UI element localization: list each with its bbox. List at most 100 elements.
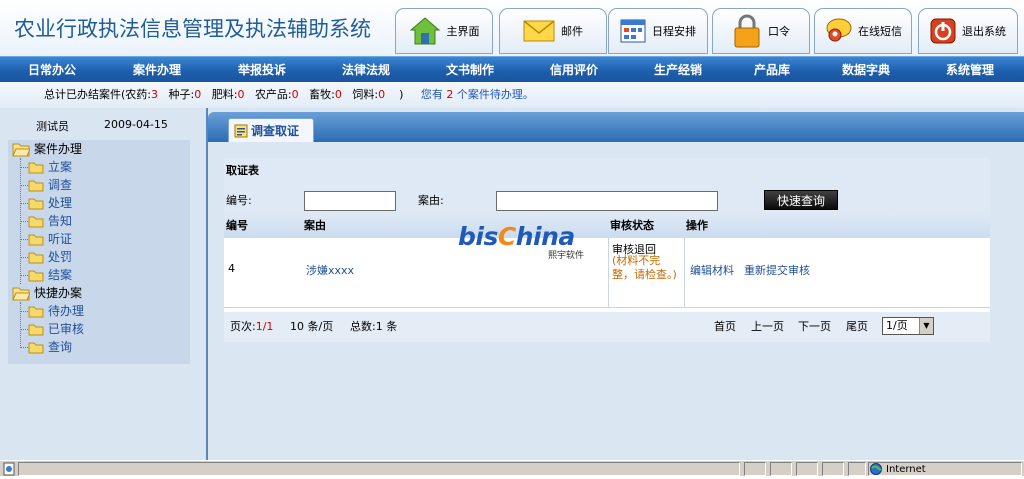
quick-search-button[interactable]: 快速查询 [764, 190, 838, 210]
tree-group-label: 案件办理 [34, 142, 83, 156]
next-page-link[interactable]: 下一页 [798, 312, 831, 342]
last-page-link[interactable]: 尾页 [846, 312, 868, 342]
stat-livestock-label: 畜牧: [309, 88, 335, 101]
nav-case-handling[interactable]: 案件办理 [105, 57, 209, 83]
nav-complaints[interactable]: 举报投诉 [210, 57, 314, 83]
mail-button-label: 邮件 [561, 25, 583, 38]
pending-notice[interactable]: 您有 2 个案件待办理。 [421, 88, 534, 101]
nav-dictionary[interactable]: 数据字典 [814, 57, 918, 83]
tree-item-investigate[interactable]: 调查 [28, 176, 72, 194]
nav-laws[interactable]: 法律法规 [314, 57, 418, 83]
app-title: 农业行政执法信息管理及执法辅助系统 [14, 17, 371, 41]
per-page: 10 条/页 [290, 320, 334, 333]
tree-item-label: 查询 [48, 340, 73, 354]
tree-group-quick[interactable]: 快捷办案 [12, 284, 82, 302]
tree-item-process[interactable]: 处理 [28, 194, 72, 212]
tree-item-label: 立案 [48, 160, 73, 174]
row-cause-link[interactable]: 涉嫌xxxx [306, 262, 354, 278]
mail-button[interactable]: 邮件 [499, 8, 607, 54]
document-icon [234, 124, 248, 138]
search-row: 编号: 案由: 快速查询 [224, 188, 990, 214]
page-select[interactable]: 1/页 ▼ [882, 317, 934, 335]
folder-icon [28, 341, 44, 354]
open-folder-icon [12, 141, 30, 157]
tree-item-register[interactable]: 立案 [28, 158, 72, 176]
watermark-part-a: bis [458, 222, 498, 251]
resubmit-review-link[interactable]: 重新提交审核 [744, 262, 810, 278]
tree-item-reviewed[interactable]: 已审核 [28, 320, 84, 338]
tab-label: 调查取证 [251, 124, 300, 138]
main-nav: 日常办公 案件办理 举报投诉 法律法规 文书制作 信用评价 生产经销 产品库 数… [0, 56, 1024, 82]
tree-item-penalty[interactable]: 处罚 [28, 248, 72, 266]
schedule-button[interactable]: 日程安排 [608, 8, 708, 54]
tree-item-pending[interactable]: 待办理 [28, 302, 84, 320]
evidence-panel: 取证表 编号: 案由: 快速查询 编号 案由 审核状态 操作 4 涉嫌xxxx … [224, 158, 990, 342]
pending-post: 个案件待办理。 [456, 88, 534, 101]
pending-count: 2 [446, 88, 454, 101]
stat-livestock: 0 [334, 88, 342, 101]
page-icon [2, 462, 16, 479]
main-content: 调查取证 取证表 编号: 案由: 快速查询 编号 案由 审核状态 操作 4 涉嫌… [206, 108, 1024, 460]
watermark-logo: bisChina 熙宇软件 [458, 222, 584, 261]
stat-fert-label: 肥料: [211, 88, 238, 101]
tree-group-case-handling[interactable]: 案件办理 [12, 140, 82, 158]
tree-item-label: 告知 [48, 214, 73, 228]
stat-agri: 0 [291, 88, 299, 101]
password-button[interactable]: 口令 [712, 8, 810, 54]
stat-seed: 0 [194, 88, 202, 101]
nav-products[interactable]: 产品库 [720, 57, 824, 83]
tree-item-close-case[interactable]: 结案 [28, 266, 72, 284]
page-info: 页次:1/1 [230, 312, 273, 342]
tree-item-label: 调查 [48, 178, 73, 192]
edit-materials-link[interactable]: 编辑材料 [690, 262, 734, 278]
left-sidebar: 测试员 2009-04-15 案件办理 立案 调查 处理 告知 听证 处罚 结案… [0, 108, 206, 460]
cause-label: 案由: [418, 194, 444, 207]
sms-button-label: 在线短信 [858, 25, 902, 38]
home-button[interactable]: 主界面 [395, 8, 493, 54]
pending-pre: 您有 [420, 88, 443, 101]
tree-item-notify[interactable]: 告知 [28, 212, 72, 230]
stat-feed-label: 饲料: [352, 88, 379, 101]
user-name: 测试员 [36, 120, 69, 133]
col-id: 编号 [226, 219, 248, 232]
tree-item-query[interactable]: 查询 [28, 338, 72, 356]
logout-button[interactable]: 退出系统 [918, 8, 1018, 54]
password-button-label: 口令 [768, 25, 790, 38]
nav-documents[interactable]: 文书制作 [418, 57, 522, 83]
id-input[interactable] [304, 191, 396, 211]
padlock-icon [732, 13, 762, 49]
tree-item-label: 结案 [48, 268, 73, 282]
prev-page-link[interactable]: 上一页 [751, 312, 784, 342]
house-icon [409, 16, 441, 46]
globe-icon [870, 463, 882, 475]
first-page-link[interactable]: 首页 [714, 312, 736, 342]
folder-icon [28, 179, 44, 192]
open-folder-icon [12, 285, 30, 301]
nav-system[interactable]: 系统管理 [918, 57, 1022, 83]
page-total: /1 [262, 320, 274, 333]
id-label: 编号: [226, 194, 252, 207]
nav-daily-office[interactable]: 日常办公 [0, 57, 104, 83]
case-stats-bar: 总计已办结案件(农药:3 种子:0 肥料:0 农产品:0 畜牧:0 饲料:0 )… [0, 82, 1024, 108]
user-date: 2009-04-15 [104, 118, 168, 131]
stat-feed: 0 [378, 88, 386, 101]
status-bar: Internet [0, 460, 1024, 476]
row-status-note: (材料不完整，请检查。) [612, 254, 677, 281]
stat-fert: 0 [237, 88, 245, 101]
table-header: 编号 案由 审核状态 操作 [224, 214, 990, 238]
logout-button-label: 退出系统 [962, 25, 1006, 38]
tree-item-hearing[interactable]: 听证 [28, 230, 72, 248]
nav-credit[interactable]: 信用评价 [522, 57, 626, 83]
nav-production[interactable]: 生产经销 [626, 57, 730, 83]
chat-icon [824, 17, 852, 45]
cause-input[interactable] [496, 191, 718, 211]
header: 农业行政执法信息管理及执法辅助系统 主界面 邮件 日程安排 口令 在线短信 退出… [0, 0, 1024, 56]
home-button-label: 主界面 [446, 25, 480, 38]
tab-investigation[interactable]: 调查取证 [228, 118, 314, 142]
folder-icon [28, 233, 44, 246]
user-info: 测试员 2009-04-15 [0, 108, 206, 140]
schedule-button-label: 日程安排 [652, 25, 696, 38]
sms-button[interactable]: 在线短信 [814, 8, 912, 54]
stat-pesticide: 3 [151, 88, 158, 101]
tree-item-label: 待办理 [48, 304, 85, 318]
